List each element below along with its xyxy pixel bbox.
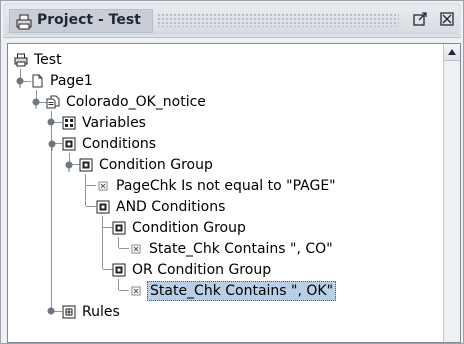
tree-node-label: AND Conditions [116,199,226,215]
drag-grip[interactable] [157,13,399,27]
tree-node-condition-group-2[interactable]: Condition Group [112,218,248,238]
arrow-up-icon [448,49,456,55]
expander-icon[interactable] [30,95,42,109]
tree-node-label: Condition Group [132,220,246,236]
tree-line [118,237,119,248]
tree-node-label: State_Chk Contains ", OK" [147,281,337,301]
tree-node-rules[interactable]: Rules [62,302,122,322]
tree-node-colorado-ok-notice[interactable]: Colorado_OK_notice [46,92,208,112]
tree-node-or-condition-group[interactable]: OR Condition Group [112,260,273,280]
scroll-up-button[interactable] [444,44,460,61]
variables-icon [62,116,76,130]
tree-node-state-chk-ok[interactable]: State_Chk Contains ", OK" [129,281,337,301]
condition-item-icon [96,179,110,193]
expander-icon[interactable] [14,74,26,88]
tree-node-label: PageChk Is not equal to "PAGE" [116,178,336,194]
expander-icon[interactable] [46,137,58,151]
close-icon[interactable] [439,11,455,27]
tree-node-label: Variables [82,115,146,131]
tree-line [86,185,96,186]
tree-node-label: Test [34,52,62,68]
collapsed-expander-icon[interactable] [46,305,58,317]
expander-icon[interactable] [63,158,75,172]
tree-node-label: Colorado_OK_notice [66,94,206,110]
tree-line [119,290,129,291]
tree-node-label: Conditions [82,136,157,152]
condition-group-icon [79,158,93,172]
pages-icon [46,95,60,109]
condition-item-icon [129,284,143,298]
rules-icon [62,305,76,319]
tree-line [86,206,96,207]
tree-node-label: State_Chk Contains ", CO" [149,241,333,257]
printer-icon [14,53,28,67]
conditions-icon [62,137,76,151]
tree-line [119,248,129,249]
tree-node-conditions[interactable]: Conditions [62,134,158,154]
tree-node-test[interactable]: Test [14,50,64,70]
collapsed-expander-icon[interactable] [46,116,58,128]
page-icon [30,74,44,88]
tree-node-label: Condition Group [99,157,213,173]
tree-node-page1[interactable]: Page1 [30,71,95,91]
tree-node-label: OR Condition Group [132,262,272,278]
tree-node-label: Page1 [50,73,93,89]
condition-item-icon [129,242,143,256]
tree-node-condition-group[interactable]: Condition Group [79,155,215,175]
tree-line [118,279,119,290]
project-window: Project - Test Test Page1 Colorado_OK_no… [0,0,464,344]
tree-line [85,174,86,206]
condition-group-icon [96,200,110,214]
condition-group-icon [112,263,126,277]
project-tree[interactable]: Test Page1 Colorado_OK_notice Variables … [8,44,442,342]
window-title: Project - Test [37,12,141,28]
tree-line [102,216,103,269]
tree-node-label: Rules [82,304,120,320]
printer-icon [16,14,32,30]
tree-node-state-chk-co[interactable]: State_Chk Contains ", CO" [129,239,335,259]
tree-node-and-conditions[interactable]: AND Conditions [96,197,227,217]
condition-group-icon [112,221,126,235]
vertical-scrollbar[interactable] [443,44,460,342]
tree-panel: Test Page1 Colorado_OK_notice Variables … [7,43,461,343]
title-bar-inner: Project - Test [5,5,459,35]
tree-node-variables[interactable]: Variables [62,113,148,133]
undock-icon[interactable] [412,11,428,27]
title-bar[interactable]: Project - Test [3,3,461,38]
tree-node-pagechk-condition[interactable]: PageChk Is not equal to "PAGE" [96,176,338,196]
